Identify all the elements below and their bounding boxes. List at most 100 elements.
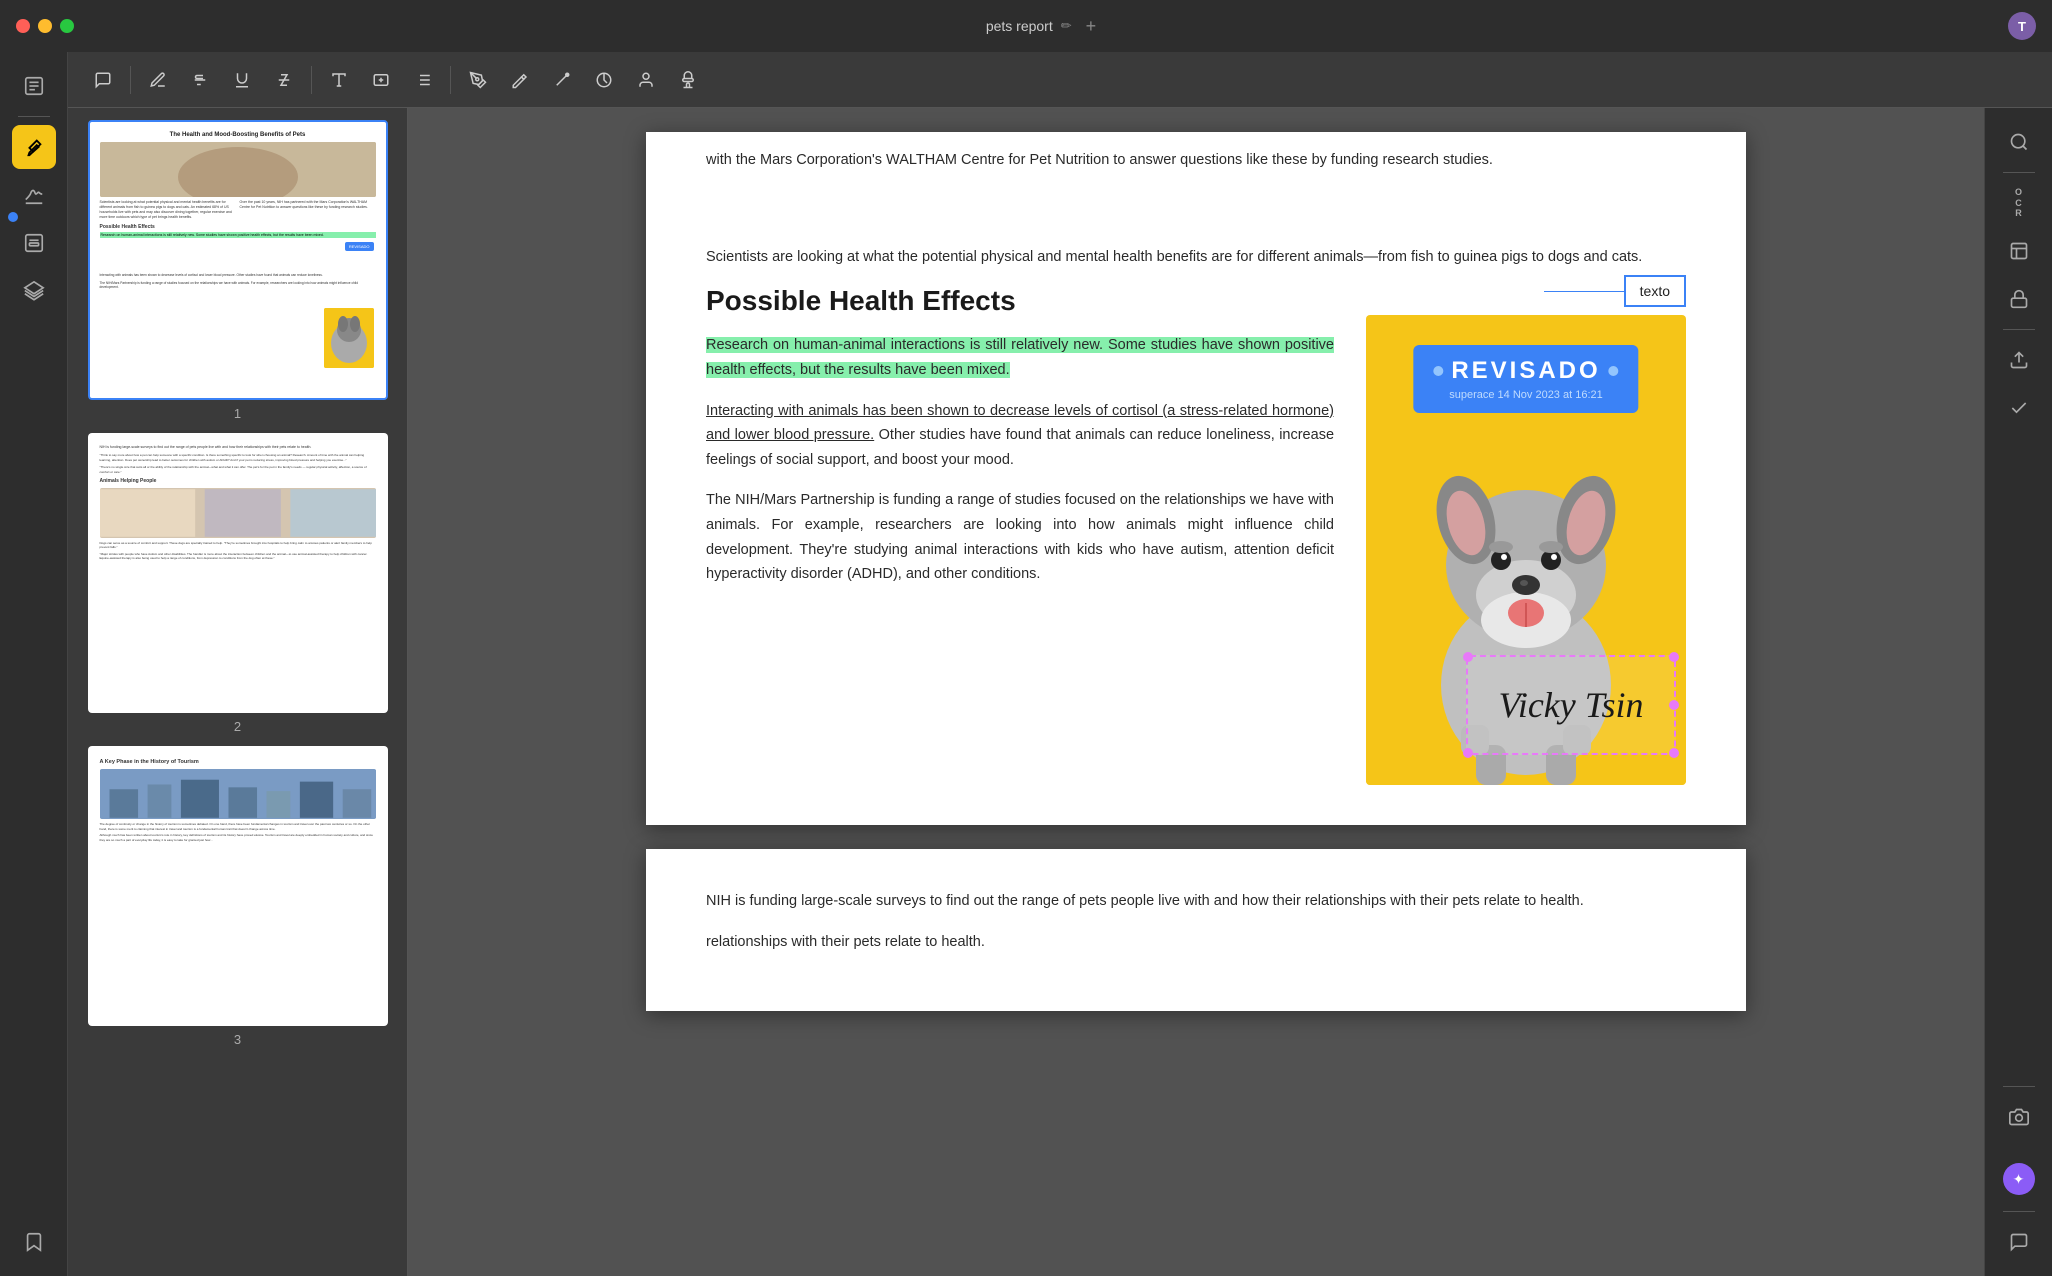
signature-text: Vicky Tsin (1499, 684, 1644, 726)
document-page-1: with the Mars Corporation's WALTHAM Cent… (646, 132, 1746, 825)
thumb-3-number: 3 (234, 1032, 241, 1047)
content-columns: Possible Health Effects Research on huma… (706, 285, 1686, 785)
right-comment-btn[interactable] (1997, 1220, 2041, 1264)
stamp-overlay: REVISADO superace 14 Nov 2023 at 16:21 (1413, 345, 1638, 413)
thumbnail-page-1[interactable]: The Health and Mood-Boosting Benefits of… (80, 120, 395, 421)
page-2-inner: NIH is funding large-scale surveys to fi… (646, 849, 1746, 1010)
minimize-button[interactable] (38, 19, 52, 33)
thumb-1-title: The Health and Mood-Boosting Benefits of… (100, 132, 376, 138)
page-inner: Scientists are looking at what the poten… (646, 205, 1746, 826)
stamp-badge-container: REVISADO superace 14 Nov 2023 at 16:21 (1413, 345, 1638, 413)
close-button[interactable] (16, 19, 30, 33)
section-heading-health: Possible Health Effects (706, 285, 1334, 317)
document-title: pets report (986, 18, 1053, 34)
toolbar-divider-3 (450, 66, 451, 94)
pen-tool-btn[interactable] (459, 61, 497, 99)
underlined-sentence: Interacting with animals has been shown … (706, 403, 1334, 468)
content-row: The Health and Mood-Boosting Benefits of… (68, 108, 2052, 1276)
right-sidebar: OCR (1984, 108, 2052, 1276)
strikethrough-tool-btn[interactable] (181, 61, 219, 99)
right-upload-btn[interactable] (1997, 338, 2041, 382)
callout-container: texto (1366, 275, 1686, 307)
thumb-1-hero-img (100, 142, 376, 197)
line-tool-btn[interactable] (543, 61, 581, 99)
collab-icon[interactable]: ✦ (2003, 1163, 2035, 1195)
sidebar-item-highlight[interactable] (12, 125, 56, 169)
sidebar-item-bookmark[interactable] (12, 1220, 56, 1264)
text-tool-btn[interactable] (320, 61, 358, 99)
text-callout-label: texto (1640, 283, 1670, 299)
right-column: texto (1366, 285, 1686, 785)
dog-image-container: REVISADO superace 14 Nov 2023 at 16:21 (1366, 315, 1686, 785)
right-scan-btn[interactable] (1997, 229, 2041, 273)
intro-text-span: with the Mars Corporation's WALTHAM Cent… (706, 152, 1493, 168)
main-layout: The Health and Mood-Boosting Benefits of… (0, 52, 2052, 1276)
list-tool-btn[interactable] (404, 61, 442, 99)
highlighted-paragraph: Research on human-animal interactions is… (706, 333, 1334, 382)
left-column: Possible Health Effects Research on huma… (706, 285, 1334, 785)
stamp-tool-btn[interactable] (669, 61, 707, 99)
thumb-2-number: 2 (234, 719, 241, 734)
handle-mr (1669, 700, 1679, 710)
thumb-3-city-img (100, 769, 376, 819)
sidebar-item-form[interactable] (12, 221, 56, 265)
thumbnail-page-2[interactable]: NIH is funding large-scale surveys to fi… (80, 433, 395, 734)
thumb-1-dog-img (324, 308, 374, 368)
text-callout-box[interactable]: texto (1624, 275, 1686, 307)
thumbnail-page-2-content: NIH is funding large-scale surveys to fi… (88, 433, 388, 713)
thumbnail-page-3[interactable]: A Key Phase in the History of Tourism (80, 746, 395, 1047)
stamp-label-text: REVISADO (1451, 357, 1600, 385)
handle-tl (1463, 652, 1473, 662)
left-sidebar (0, 52, 68, 1276)
signature-overlay[interactable]: Vicky Tsin (1466, 655, 1676, 755)
textbox-tool-btn[interactable] (362, 61, 400, 99)
stamp-dot-right (1609, 366, 1619, 376)
edit-icon[interactable]: ✏ (1061, 18, 1072, 34)
titlebar: pets report ✏ + T (0, 0, 2052, 52)
page-toolbar-wrapper: The Health and Mood-Boosting Benefits of… (68, 52, 2052, 1276)
toolbar-divider-2 (311, 66, 312, 94)
right-search-btn[interactable] (1997, 120, 2041, 164)
thumbnail-panel: The Health and Mood-Boosting Benefits of… (68, 108, 408, 1276)
sidebar-item-document-list[interactable] (12, 64, 56, 108)
right-divider-2 (2003, 329, 2035, 330)
user-avatar[interactable]: T (2008, 12, 2036, 40)
intro-paragraph: with the Mars Corporation's WALTHAM Cent… (706, 132, 1686, 173)
active-indicator (8, 212, 18, 222)
comment-tool-btn[interactable] (84, 61, 122, 99)
highlight-tool-btn[interactable] (139, 61, 177, 99)
thumbnail-page-1-content: The Health and Mood-Boosting Benefits of… (88, 120, 388, 400)
sidebar-item-signature[interactable] (12, 173, 56, 217)
document-page-2: NIH is funding large-scale surveys to fi… (646, 849, 1746, 1010)
add-tab-button[interactable]: + (1086, 16, 1097, 37)
right-lock-btn[interactable] (1997, 277, 2041, 321)
toolbar-divider-1 (130, 66, 131, 94)
right-divider-4 (2003, 1211, 2035, 1212)
paragraph-scientists: Scientists are looking at what the poten… (706, 245, 1686, 270)
sidebar-item-layers[interactable] (12, 269, 56, 313)
shape-tool-btn[interactable] (585, 61, 623, 99)
right-validate-btn[interactable] (1997, 386, 2041, 430)
highlighter-pen-btn[interactable] (501, 61, 539, 99)
stamp-main-row: REVISADO (1433, 357, 1618, 385)
stamp-subtitle-text: superace 14 Nov 2023 at 16:21 (1449, 389, 1603, 401)
underline-tool-btn[interactable] (223, 61, 261, 99)
highlighted-text-span: Research on human-animal interactions is… (706, 337, 1334, 378)
right-snapshot-btn[interactable] (1997, 1095, 2041, 1139)
paragraph-animals: Interacting with animals has been shown … (706, 399, 1334, 473)
toolbar (68, 52, 2052, 108)
document-area: with the Mars Corporation's WALTHAM Cent… (408, 108, 1984, 1276)
thumb-2-cat-img (100, 488, 376, 538)
sidebar-divider-1 (18, 116, 50, 117)
maximize-button[interactable] (60, 19, 74, 33)
person-tool-btn[interactable] (627, 61, 665, 99)
strikethrough2-tool-btn[interactable] (265, 61, 303, 99)
thumbnail-page-3-content: A Key Phase in the History of Tourism (88, 746, 388, 1026)
paragraph-nih: The NIH/Mars Partnership is funding a ra… (706, 488, 1334, 587)
intro-text-box: with the Mars Corporation's WALTHAM Cent… (646, 132, 1746, 205)
nih-funding-paragraph: NIH is funding large-scale surveys to fi… (706, 889, 1686, 914)
right-ocr-btn[interactable]: OCR (1997, 181, 2041, 225)
right-divider-1 (2003, 172, 2035, 173)
titlebar-center: pets report ✏ + (82, 16, 2000, 37)
right-divider-3 (2003, 1086, 2035, 1087)
